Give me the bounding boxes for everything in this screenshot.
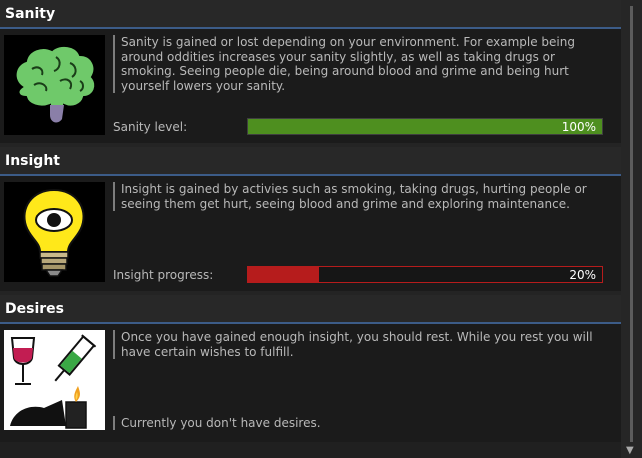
sanity-bar-fill bbox=[248, 119, 602, 134]
desires-status: Currently you don't have desires. bbox=[113, 415, 607, 430]
sanity-meter-row: Sanity level: 100% bbox=[111, 118, 607, 135]
insight-bar: 20% bbox=[247, 266, 603, 283]
insight-meter-row: Insight progress: 20% bbox=[111, 266, 607, 283]
sanity-description: Sanity is gained or lost depending on yo… bbox=[113, 35, 607, 93]
scroll-thumb[interactable] bbox=[630, 6, 633, 442]
insight-bar-value: 20% bbox=[569, 268, 596, 282]
mood-panel: Sanity Sanity is gained or lost dependin… bbox=[0, 0, 621, 458]
insight-header: Insight bbox=[0, 147, 621, 176]
scrollbar[interactable]: ▼ bbox=[621, 0, 642, 458]
insight-description: Insight is gained by activies such as sm… bbox=[113, 182, 607, 211]
sanity-title: Sanity bbox=[5, 5, 56, 22]
scroll-down-arrow-icon[interactable]: ▼ bbox=[626, 445, 634, 456]
desires-section: Once you have gained enough insight, you… bbox=[0, 324, 621, 442]
desires-header: Desires bbox=[0, 295, 621, 324]
sanity-header: Sanity bbox=[0, 0, 621, 29]
desires-title: Desires bbox=[5, 300, 64, 317]
sanity-bar: 100% bbox=[247, 118, 603, 135]
insight-meter-label: Insight progress: bbox=[113, 267, 214, 282]
sanity-section: Sanity is gained or lost depending on yo… bbox=[0, 29, 621, 147]
vices-icon bbox=[4, 330, 105, 430]
brain-icon bbox=[4, 35, 105, 135]
insight-title: Insight bbox=[5, 152, 60, 169]
insight-bar-fill bbox=[248, 267, 319, 282]
insight-section: Insight is gained by activies such as sm… bbox=[0, 176, 621, 295]
sanity-meter-label: Sanity level: bbox=[113, 119, 188, 134]
lightbulb-eye-icon bbox=[4, 182, 105, 282]
sanity-bar-value: 100% bbox=[561, 120, 596, 134]
desires-description: Once you have gained enough insight, you… bbox=[113, 330, 607, 359]
